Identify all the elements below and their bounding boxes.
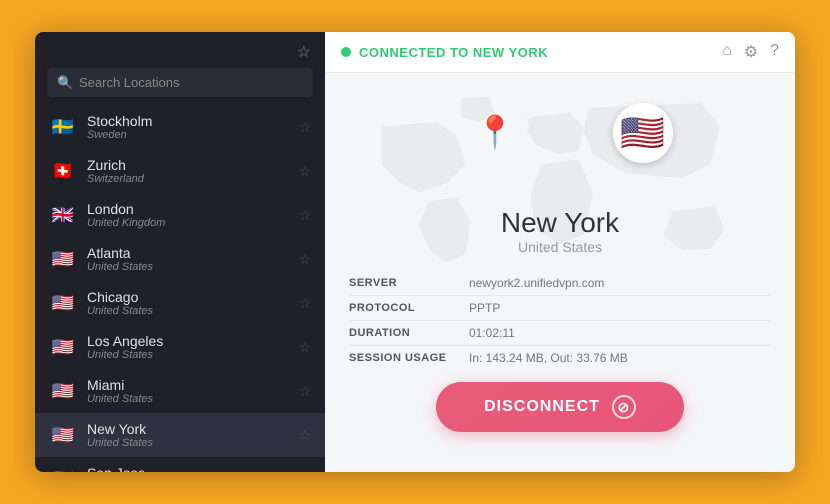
- location-country-new-york: United States: [87, 437, 294, 449]
- flag-los-angeles: 🇺🇸: [49, 333, 77, 361]
- settings-icon[interactable]: ⚙: [744, 42, 758, 62]
- location-item-zurich[interactable]: 🇨🇭 Zurich Switzerland ☆: [35, 149, 325, 193]
- location-country-atlanta: United States: [87, 261, 294, 273]
- location-item-new-york[interactable]: 🇺🇸 New York United States ☆: [35, 413, 325, 457]
- help-icon[interactable]: ?: [770, 42, 779, 62]
- location-country-zurich: Switzerland: [87, 173, 294, 185]
- location-item-london[interactable]: 🇬🇧 London United Kingdom ☆: [35, 193, 325, 237]
- location-star-atlanta[interactable]: ☆: [298, 251, 311, 268]
- search-icon: 🔍: [57, 75, 73, 91]
- protocol-value: PPTP: [469, 301, 500, 315]
- location-star-chicago[interactable]: ☆: [298, 295, 311, 312]
- sidebar: ☆ 🔍 🇸🇪 Stockholm Sweden ☆ 🇨🇭 Zurich Swit…: [35, 32, 325, 472]
- location-country-miami: United States: [87, 393, 294, 405]
- location-info-new-york: New York United States: [87, 421, 294, 449]
- disconnect-button[interactable]: DISCONNECT ⊘: [436, 382, 684, 432]
- pin-location: 📍: [475, 113, 515, 151]
- connection-details: SERVER newyork2.unifiedvpn.com PROTOCOL …: [349, 271, 771, 370]
- map-area: 📍 🇺🇸 New York United States SERVER newyo…: [325, 73, 795, 472]
- app-window: ☆ 🔍 🇸🇪 Stockholm Sweden ☆ 🇨🇭 Zurich Swit…: [35, 32, 795, 472]
- session-row: SESSION USAGE In: 143.24 MB, Out: 33.76 …: [349, 346, 771, 370]
- map-content: 📍 🇺🇸 New York United States SERVER newyo…: [325, 83, 795, 432]
- location-name-new-york: New York: [87, 421, 294, 437]
- location-info-miami: Miami United States: [87, 377, 294, 405]
- location-name-chicago: Chicago: [87, 289, 294, 305]
- duration-label: DURATION: [349, 327, 469, 339]
- location-info-chicago: Chicago United States: [87, 289, 294, 317]
- search-input[interactable]: [47, 68, 313, 97]
- location-name-san-jose: San Jose: [87, 465, 294, 472]
- location-name-los-angeles: Los Angeles: [87, 333, 294, 349]
- location-pin-icon: 📍: [475, 113, 515, 151]
- location-name-zurich: Zurich: [87, 157, 294, 173]
- protocol-row: PROTOCOL PPTP: [349, 296, 771, 321]
- city-name: New York: [501, 207, 619, 239]
- sidebar-header: ☆: [35, 32, 325, 68]
- status-dot: [341, 47, 351, 57]
- location-country-los-angeles: United States: [87, 349, 294, 361]
- location-country-stockholm: Sweden: [87, 129, 294, 141]
- session-label: SESSION USAGE: [349, 352, 469, 364]
- flag-miami: 🇺🇸: [49, 377, 77, 405]
- home-icon[interactable]: ⌂: [722, 42, 732, 62]
- location-info-london: London United Kingdom: [87, 201, 294, 229]
- location-item-san-jose[interactable]: 🇺🇸 San Jose United States ☆: [35, 457, 325, 472]
- search-wrapper: 🔍: [47, 68, 313, 97]
- location-star-new-york[interactable]: ☆: [298, 427, 311, 444]
- favorites-star-icon[interactable]: ☆: [297, 42, 311, 62]
- location-info-atlanta: Atlanta United States: [87, 245, 294, 273]
- map-pins: 📍 🇺🇸: [325, 83, 795, 203]
- location-info-stockholm: Stockholm Sweden: [87, 113, 294, 141]
- location-star-london[interactable]: ☆: [298, 207, 311, 224]
- location-country-chicago: United States: [87, 305, 294, 317]
- country-flag-large: 🇺🇸: [613, 103, 673, 163]
- location-star-stockholm[interactable]: ☆: [298, 119, 311, 136]
- server-row: SERVER newyork2.unifiedvpn.com: [349, 271, 771, 296]
- flag-chicago: 🇺🇸: [49, 289, 77, 317]
- location-name-london: London: [87, 201, 294, 217]
- flag-london: 🇬🇧: [49, 201, 77, 229]
- location-name-atlanta: Atlanta: [87, 245, 294, 261]
- location-star-los-angeles[interactable]: ☆: [298, 339, 311, 356]
- disconnect-icon: ⊘: [612, 395, 636, 419]
- flag-atlanta: 🇺🇸: [49, 245, 77, 273]
- location-star-miami[interactable]: ☆: [298, 383, 311, 400]
- disconnect-label: DISCONNECT: [484, 398, 600, 416]
- duration-row: DURATION 01:02:11: [349, 321, 771, 346]
- location-info-zurich: Zurich Switzerland: [87, 157, 294, 185]
- location-item-atlanta[interactable]: 🇺🇸 Atlanta United States ☆: [35, 237, 325, 281]
- location-name-miami: Miami: [87, 377, 294, 393]
- location-name-stockholm: Stockholm: [87, 113, 294, 129]
- server-value: newyork2.unifiedvpn.com: [469, 276, 604, 290]
- flag-san-jose: 🇺🇸: [49, 465, 77, 472]
- flag-new-york: 🇺🇸: [49, 421, 77, 449]
- location-country-london: United Kingdom: [87, 217, 294, 229]
- session-value: In: 143.24 MB, Out: 33.76 MB: [469, 351, 628, 365]
- duration-value: 01:02:11: [469, 326, 515, 340]
- flag-stockholm: 🇸🇪: [49, 113, 77, 141]
- location-star-san-jose[interactable]: ☆: [298, 471, 311, 473]
- location-star-zurich[interactable]: ☆: [298, 163, 311, 180]
- status-text: CONNECTED TO NEW YORK: [359, 45, 548, 60]
- country-name: United States: [518, 239, 602, 255]
- location-info-los-angeles: Los Angeles United States: [87, 333, 294, 361]
- flag-emoji-large: 🇺🇸: [620, 112, 665, 154]
- location-item-los-angeles[interactable]: 🇺🇸 Los Angeles United States ☆: [35, 325, 325, 369]
- location-list: 🇸🇪 Stockholm Sweden ☆ 🇨🇭 Zurich Switzerl…: [35, 105, 325, 472]
- main-panel: CONNECTED TO NEW YORK ⌂ ⚙ ?: [325, 32, 795, 472]
- main-header: CONNECTED TO NEW YORK ⌂ ⚙ ?: [325, 32, 795, 73]
- connection-status: CONNECTED TO NEW YORK: [341, 45, 548, 60]
- protocol-label: PROTOCOL: [349, 302, 469, 314]
- location-item-miami[interactable]: 🇺🇸 Miami United States ☆: [35, 369, 325, 413]
- flag-zurich: 🇨🇭: [49, 157, 77, 185]
- location-info-san-jose: San Jose United States: [87, 465, 294, 472]
- header-icons: ⌂ ⚙ ?: [722, 42, 779, 62]
- location-item-stockholm[interactable]: 🇸🇪 Stockholm Sweden ☆: [35, 105, 325, 149]
- server-label: SERVER: [349, 277, 469, 289]
- location-item-chicago[interactable]: 🇺🇸 Chicago United States ☆: [35, 281, 325, 325]
